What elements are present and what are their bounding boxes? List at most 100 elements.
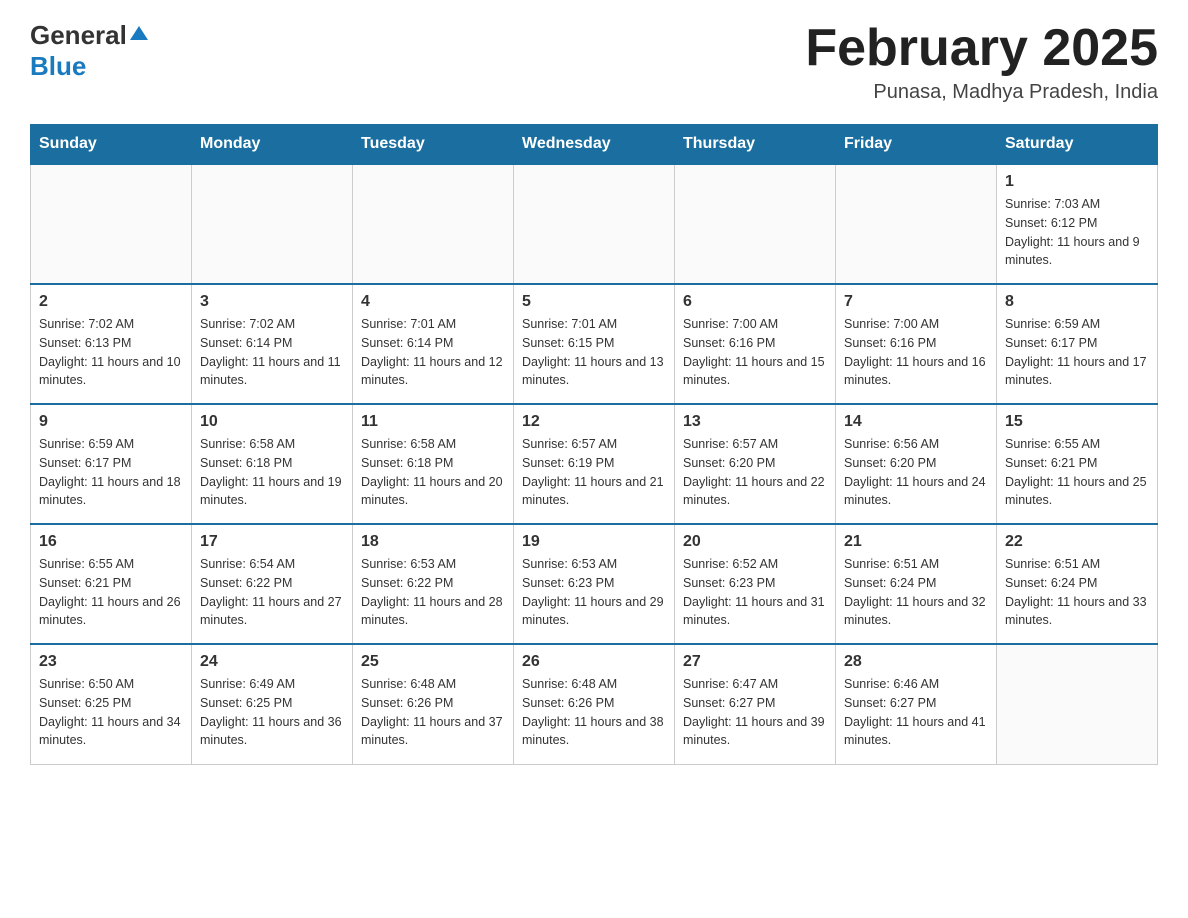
day-number: 20 — [683, 533, 827, 551]
day-number: 2 — [39, 293, 183, 311]
day-number: 17 — [200, 533, 344, 551]
calendar-title: February 2025 — [805, 20, 1158, 77]
calendar-header-row: SundayMondayTuesdayWednesdayThursdayFrid… — [31, 125, 1158, 165]
day-info: Sunrise: 6:59 AM Sunset: 6:17 PM Dayligh… — [39, 435, 183, 510]
calendar-cell: 12 Sunrise: 6:57 AM Sunset: 6:19 PM Dayli… — [514, 404, 675, 524]
day-number: 21 — [844, 533, 988, 551]
calendar-cell: 25 Sunrise: 6:48 AM Sunset: 6:26 PM Dayli… — [353, 644, 514, 764]
day-number: 13 — [683, 413, 827, 431]
day-info: Sunrise: 6:48 AM Sunset: 6:26 PM Dayligh… — [522, 675, 666, 750]
calendar-cell: 19 Sunrise: 6:53 AM Sunset: 6:23 PM Dayli… — [514, 524, 675, 644]
day-info: Sunrise: 6:55 AM Sunset: 6:21 PM Dayligh… — [1005, 435, 1149, 510]
logo-text-blue: Blue — [30, 51, 86, 82]
day-info: Sunrise: 6:58 AM Sunset: 6:18 PM Dayligh… — [200, 435, 344, 510]
day-number: 24 — [200, 653, 344, 671]
calendar-cell — [514, 164, 675, 284]
day-info: Sunrise: 6:46 AM Sunset: 6:27 PM Dayligh… — [844, 675, 988, 750]
calendar-cell: 8 Sunrise: 6:59 AM Sunset: 6:17 PM Daylig… — [997, 284, 1158, 404]
day-info: Sunrise: 7:01 AM Sunset: 6:14 PM Dayligh… — [361, 315, 505, 390]
day-info: Sunrise: 7:02 AM Sunset: 6:14 PM Dayligh… — [200, 315, 344, 390]
calendar-cell: 7Sunrise: 7:00 AM Sunset: 6:16 PM Daylig… — [836, 284, 997, 404]
calendar-cell: 3Sunrise: 7:02 AM Sunset: 6:14 PM Daylig… — [192, 284, 353, 404]
day-info: Sunrise: 7:00 AM Sunset: 6:16 PM Dayligh… — [844, 315, 988, 390]
logo-triangle-icon — [128, 24, 150, 47]
day-number: 12 — [522, 413, 666, 431]
calendar-week-row: 1Sunrise: 7:03 AM Sunset: 6:12 PM Daylig… — [31, 164, 1158, 284]
logo: General Blue — [30, 20, 150, 82]
day-number: 6 — [683, 293, 827, 311]
logo-text-general: General — [30, 20, 127, 51]
day-info: Sunrise: 6:50 AM Sunset: 6:25 PM Dayligh… — [39, 675, 183, 750]
day-info: Sunrise: 6:53 AM Sunset: 6:23 PM Dayligh… — [522, 555, 666, 630]
day-number: 19 — [522, 533, 666, 551]
calendar-cell: 24 Sunrise: 6:49 AM Sunset: 6:25 PM Dayli… — [192, 644, 353, 764]
day-number: 14 — [844, 413, 988, 431]
calendar-cell: 16 Sunrise: 6:55 AM Sunset: 6:21 PM Dayli… — [31, 524, 192, 644]
day-of-week-header: Friday — [836, 125, 997, 165]
day-info: Sunrise: 6:59 AM Sunset: 6:17 PM Dayligh… — [1005, 315, 1149, 390]
day-info: Sunrise: 6:54 AM Sunset: 6:22 PM Dayligh… — [200, 555, 344, 630]
calendar-cell — [675, 164, 836, 284]
day-of-week-header: Sunday — [31, 125, 192, 165]
day-of-week-header: Wednesday — [514, 125, 675, 165]
day-number: 18 — [361, 533, 505, 551]
day-info: Sunrise: 6:51 AM Sunset: 6:24 PM Dayligh… — [1005, 555, 1149, 630]
calendar-table: SundayMondayTuesdayWednesdayThursdayFrid… — [30, 124, 1158, 765]
calendar-cell: 10 Sunrise: 6:58 AM Sunset: 6:18 PM Dayli… — [192, 404, 353, 524]
day-info: Sunrise: 6:57 AM Sunset: 6:20 PM Dayligh… — [683, 435, 827, 510]
day-number: 27 — [683, 653, 827, 671]
calendar-cell: 6 Sunrise: 7:00 AM Sunset: 6:16 PM Daylig… — [675, 284, 836, 404]
day-number: 8 — [1005, 293, 1149, 311]
day-number: 9 — [39, 413, 183, 431]
day-number: 28 — [844, 653, 988, 671]
day-info: Sunrise: 6:49 AM Sunset: 6:25 PM Dayligh… — [200, 675, 344, 750]
calendar-week-row: 23 Sunrise: 6:50 AM Sunset: 6:25 PM Dayli… — [31, 644, 1158, 764]
day-number: 16 — [39, 533, 183, 551]
day-info: Sunrise: 6:52 AM Sunset: 6:23 PM Dayligh… — [683, 555, 827, 630]
day-info: Sunrise: 7:02 AM Sunset: 6:13 PM Dayligh… — [39, 315, 183, 390]
calendar-cell: 23 Sunrise: 6:50 AM Sunset: 6:25 PM Dayli… — [31, 644, 192, 764]
calendar-cell: 22 Sunrise: 6:51 AM Sunset: 6:24 PM Dayli… — [997, 524, 1158, 644]
calendar-cell: 27 Sunrise: 6:47 AM Sunset: 6:27 PM Dayli… — [675, 644, 836, 764]
calendar-cell: 26 Sunrise: 6:48 AM Sunset: 6:26 PM Dayli… — [514, 644, 675, 764]
calendar-cell: 20 Sunrise: 6:52 AM Sunset: 6:23 PM Dayli… — [675, 524, 836, 644]
day-info: Sunrise: 6:51 AM Sunset: 6:24 PM Dayligh… — [844, 555, 988, 630]
calendar-cell — [353, 164, 514, 284]
day-number: 5 — [522, 293, 666, 311]
calendar-week-row: 9 Sunrise: 6:59 AM Sunset: 6:17 PM Daylig… — [31, 404, 1158, 524]
day-number: 26 — [522, 653, 666, 671]
page-header: General Blue February 2025 Punasa, Madhy… — [30, 20, 1158, 104]
calendar-cell — [31, 164, 192, 284]
day-number: 1 — [1005, 173, 1149, 191]
calendar-cell: 9 Sunrise: 6:59 AM Sunset: 6:17 PM Daylig… — [31, 404, 192, 524]
day-info: Sunrise: 6:48 AM Sunset: 6:26 PM Dayligh… — [361, 675, 505, 750]
day-info: Sunrise: 6:57 AM Sunset: 6:19 PM Dayligh… — [522, 435, 666, 510]
calendar-cell: 28 Sunrise: 6:46 AM Sunset: 6:27 PM Dayli… — [836, 644, 997, 764]
day-number: 22 — [1005, 533, 1149, 551]
location-text: Punasa, Madhya Pradesh, India — [805, 81, 1158, 104]
day-info: Sunrise: 6:53 AM Sunset: 6:22 PM Dayligh… — [361, 555, 505, 630]
calendar-cell: 13 Sunrise: 6:57 AM Sunset: 6:20 PM Dayli… — [675, 404, 836, 524]
day-info: Sunrise: 6:47 AM Sunset: 6:27 PM Dayligh… — [683, 675, 827, 750]
day-info: Sunrise: 7:01 AM Sunset: 6:15 PM Dayligh… — [522, 315, 666, 390]
day-number: 10 — [200, 413, 344, 431]
calendar-cell: 14Sunrise: 6:56 AM Sunset: 6:20 PM Dayli… — [836, 404, 997, 524]
calendar-cell: 15Sunrise: 6:55 AM Sunset: 6:21 PM Dayli… — [997, 404, 1158, 524]
calendar-cell: 2 Sunrise: 7:02 AM Sunset: 6:13 PM Daylig… — [31, 284, 192, 404]
calendar-cell — [192, 164, 353, 284]
day-of-week-header: Monday — [192, 125, 353, 165]
calendar-cell — [836, 164, 997, 284]
day-info: Sunrise: 6:55 AM Sunset: 6:21 PM Dayligh… — [39, 555, 183, 630]
day-info: Sunrise: 7:00 AM Sunset: 6:16 PM Dayligh… — [683, 315, 827, 390]
day-number: 25 — [361, 653, 505, 671]
calendar-cell: 4 Sunrise: 7:01 AM Sunset: 6:14 PM Daylig… — [353, 284, 514, 404]
calendar-cell: 17 Sunrise: 6:54 AM Sunset: 6:22 PM Dayli… — [192, 524, 353, 644]
day-of-week-header: Thursday — [675, 125, 836, 165]
calendar-week-row: 16 Sunrise: 6:55 AM Sunset: 6:21 PM Dayli… — [31, 524, 1158, 644]
day-number: 4 — [361, 293, 505, 311]
day-number: 11 — [361, 413, 505, 431]
day-number: 23 — [39, 653, 183, 671]
day-info: Sunrise: 6:58 AM Sunset: 6:18 PM Dayligh… — [361, 435, 505, 510]
calendar-cell: 21 Sunrise: 6:51 AM Sunset: 6:24 PM Dayli… — [836, 524, 997, 644]
calendar-cell: 1Sunrise: 7:03 AM Sunset: 6:12 PM Daylig… — [997, 164, 1158, 284]
